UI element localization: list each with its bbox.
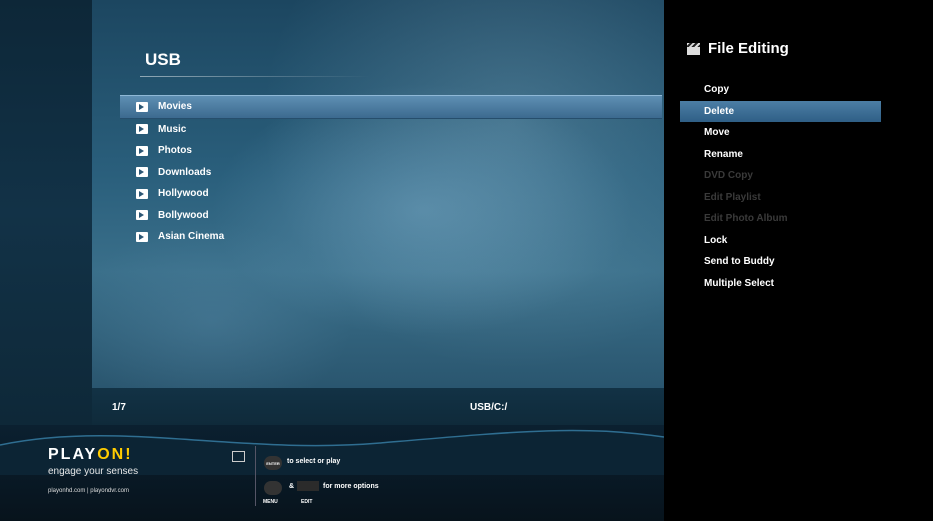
- list-item[interactable]: Bollywood: [120, 205, 662, 227]
- list-item-label: Photos: [158, 145, 192, 157]
- list-item-label: Music: [158, 123, 187, 135]
- options-hint: for more options: [323, 483, 379, 490]
- menu-item-lock[interactable]: Lock: [680, 230, 881, 252]
- menu-item-dvd-copy: DVD Copy: [704, 170, 753, 182]
- book-icon: [232, 451, 245, 462]
- list-item-label: Downloads: [158, 166, 212, 178]
- folder-icon: [136, 124, 148, 135]
- enter-button-icon: ENTER: [264, 456, 282, 470]
- menu-item-rename[interactable]: Rename: [680, 144, 881, 166]
- menu-item-multiple-select[interactable]: Multiple Select: [680, 273, 881, 295]
- current-path: USB/C:/: [470, 402, 508, 413]
- page-title: USB: [145, 50, 181, 69]
- list-item[interactable]: Hollywood: [120, 183, 662, 205]
- file-list: Movies Music Photos Downloads Hollywood …: [120, 95, 662, 248]
- playon-logo: PLAYON!: [48, 446, 133, 463]
- folder-icon: [136, 188, 148, 199]
- folder-icon: [136, 101, 148, 112]
- panel-title: File Editing: [687, 40, 789, 57]
- item-counter: 1/7: [112, 402, 126, 413]
- menu-button-icon: [264, 481, 282, 495]
- list-item-label: Hollywood: [158, 188, 209, 200]
- folder-icon: [136, 167, 148, 178]
- list-item[interactable]: Downloads: [120, 162, 662, 184]
- list-item[interactable]: Movies: [120, 95, 662, 119]
- folder-icon: [136, 210, 148, 221]
- clapperboard-icon: [687, 42, 700, 55]
- file-editing-menu: Copy Delete Move Rename DVD Copy Edit Pl…: [680, 79, 881, 294]
- list-item-label: Bollywood: [158, 209, 209, 221]
- folder-icon: [136, 145, 148, 156]
- folder-icon: [136, 231, 148, 242]
- edit-label: EDIT: [301, 499, 313, 505]
- tagline: engage your senses: [48, 466, 139, 477]
- left-margin: [0, 0, 92, 425]
- menu-item-move[interactable]: Move: [680, 122, 881, 144]
- list-item[interactable]: Music: [120, 119, 662, 141]
- screen: USB Movies Music Photos Downloads Hollyw…: [0, 0, 933, 521]
- menu-item-delete[interactable]: Delete: [680, 100, 881, 122]
- menu-label: MENU: [263, 499, 278, 505]
- edit-button-icon: [297, 481, 319, 491]
- list-item[interactable]: Asian Cinema: [120, 226, 662, 248]
- list-item[interactable]: Photos: [120, 140, 662, 162]
- panel-title-text: File Editing: [708, 40, 789, 57]
- hint-divider: [255, 446, 256, 506]
- hint-ampersand: &: [289, 483, 295, 490]
- menu-item-send-to-buddy[interactable]: Send to Buddy: [680, 251, 881, 273]
- menu-item-edit-playlist: Edit Playlist: [704, 191, 761, 203]
- menu-item-edit-photo-album: Edit Photo Album: [704, 213, 788, 225]
- list-item-label: Movies: [158, 101, 192, 113]
- title-underline: [140, 76, 370, 77]
- list-item-label: Asian Cinema: [158, 231, 225, 243]
- select-hint: to select or play: [287, 458, 341, 465]
- menu-item-copy[interactable]: Copy: [680, 79, 881, 101]
- website-urls: playonhd.com | playondvr.com: [48, 488, 129, 494]
